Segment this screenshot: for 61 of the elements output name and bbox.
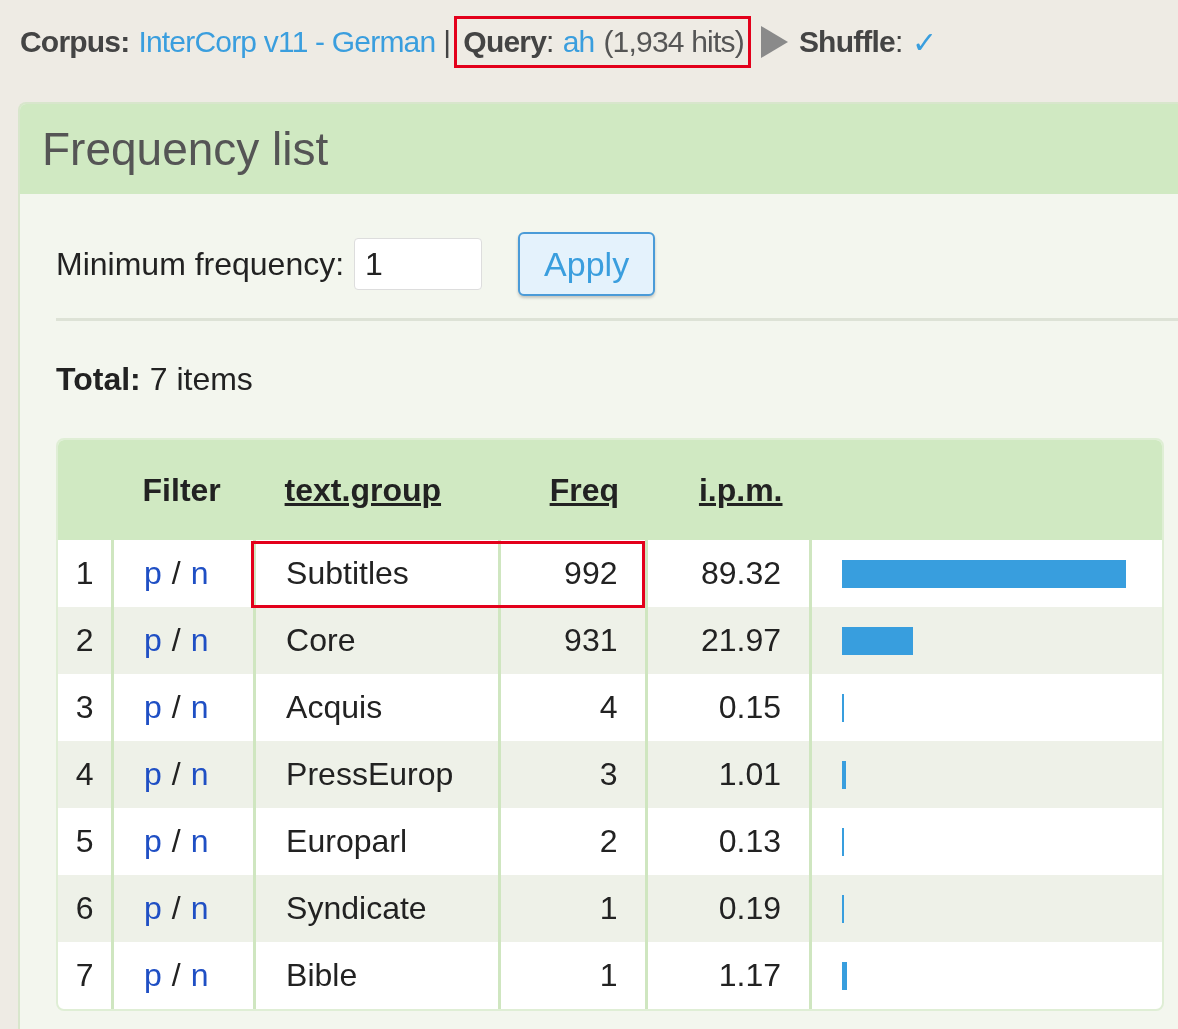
table-cell: 1 xyxy=(499,875,647,942)
table-cell: Bible xyxy=(254,942,500,1009)
query-label: Query xyxy=(463,25,547,59)
play-icon[interactable] xyxy=(758,25,789,59)
slash: / xyxy=(171,555,181,591)
panel-title: Frequency list xyxy=(42,122,329,176)
shuffle-label: Shuffle xyxy=(798,25,895,59)
negative-filter-link[interactable]: n xyxy=(190,689,209,725)
separator: | xyxy=(443,25,451,59)
positive-filter-link[interactable]: p xyxy=(144,957,162,993)
table-cell: 931 xyxy=(499,607,647,674)
slash: / xyxy=(171,756,181,792)
colon: : xyxy=(546,25,554,59)
column-header[interactable]: text.group xyxy=(254,440,500,540)
column-header[interactable]: i.p.m. xyxy=(646,440,811,540)
row-number: 5 xyxy=(58,808,113,875)
table-cell: 1 xyxy=(499,942,647,1009)
colon: : xyxy=(894,25,903,59)
min-frequency-label: Minimum frequency: xyxy=(56,245,345,283)
frequency-bar xyxy=(842,626,913,655)
slash: / xyxy=(171,957,181,993)
positive-filter-link[interactable]: p xyxy=(144,622,162,658)
row-number: 2 xyxy=(58,607,113,674)
hits-count: (1,934 hits) xyxy=(603,25,744,59)
table-cell: 0.19 xyxy=(646,875,811,942)
row-number: 1 xyxy=(58,540,113,607)
negative-filter-link[interactable]: n xyxy=(190,555,209,591)
slash: / xyxy=(171,622,181,658)
negative-filter-link[interactable]: n xyxy=(190,622,209,658)
table-cell: 3 xyxy=(499,741,647,808)
positive-filter-link[interactable]: p xyxy=(144,756,162,792)
slash: / xyxy=(171,689,181,725)
positive-filter-link[interactable]: p xyxy=(144,689,162,725)
row-number: 3 xyxy=(58,674,113,741)
negative-filter-link[interactable]: n xyxy=(190,957,209,993)
column-header[interactable]: Freq xyxy=(499,440,647,540)
row-number: 6 xyxy=(58,875,113,942)
row-number: 4 xyxy=(58,741,113,808)
positive-filter-link[interactable]: p xyxy=(144,890,162,926)
negative-filter-link[interactable]: n xyxy=(190,890,209,926)
negative-filter-link[interactable]: n xyxy=(190,756,209,792)
total-label: Total: xyxy=(56,361,141,397)
positive-filter-link[interactable]: p xyxy=(144,823,162,859)
min-frequency-field[interactable]: 1 xyxy=(354,238,483,290)
table-cell: 1.01 xyxy=(646,741,811,808)
slash: / xyxy=(171,823,181,859)
corpus-label: Corpus: xyxy=(20,25,130,59)
table-cell: Syndicate xyxy=(254,875,500,942)
total-count: 7 items xyxy=(149,361,253,397)
frequency-bar xyxy=(842,760,847,789)
table-cell: 21.97 xyxy=(646,607,811,674)
checkmark-icon: ✓ xyxy=(911,24,936,60)
negative-filter-link[interactable]: n xyxy=(190,823,209,859)
slash: / xyxy=(171,890,181,926)
table-cell: Core xyxy=(254,607,500,674)
positive-filter-link[interactable]: p xyxy=(144,555,162,591)
table-cell: 1.17 xyxy=(646,942,811,1009)
row-number: 7 xyxy=(58,942,113,1009)
frequency-bar xyxy=(842,961,847,990)
table-cell: PressEurop xyxy=(254,741,500,808)
column-header: Filter xyxy=(112,440,255,540)
